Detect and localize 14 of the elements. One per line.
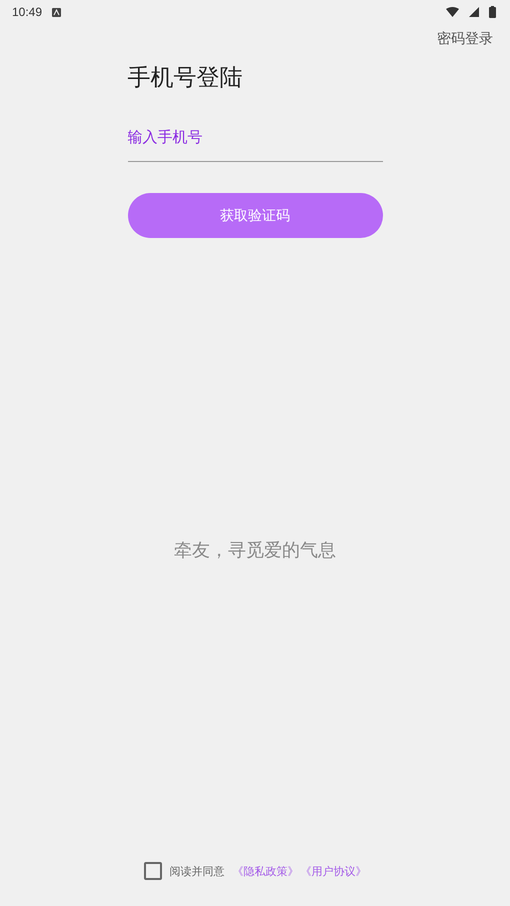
signal-icon — [469, 7, 479, 17]
page-title: 手机号登陆 — [128, 64, 244, 93]
slogan-text: 牵友，寻觅爱的气息 — [173, 539, 337, 562]
agreement-link[interactable]: 《用户协议》 — [300, 864, 366, 878]
get-code-button[interactable]: 获取验证码 — [128, 193, 382, 238]
wifi-icon — [446, 7, 459, 17]
agreement-text: 阅读并同意 — [170, 864, 224, 878]
status-time: 10:49 — [12, 5, 42, 19]
agreement-link[interactable]: 《隐私政策》 — [232, 864, 298, 878]
agreement-checkbox[interactable] — [144, 862, 162, 880]
notification-icon — [52, 8, 62, 16]
battery-icon — [489, 6, 496, 18]
password-login-link[interactable]: 密码登录 — [437, 30, 493, 48]
phone-input-field[interactable]: 输入手机号 — [128, 119, 382, 162]
